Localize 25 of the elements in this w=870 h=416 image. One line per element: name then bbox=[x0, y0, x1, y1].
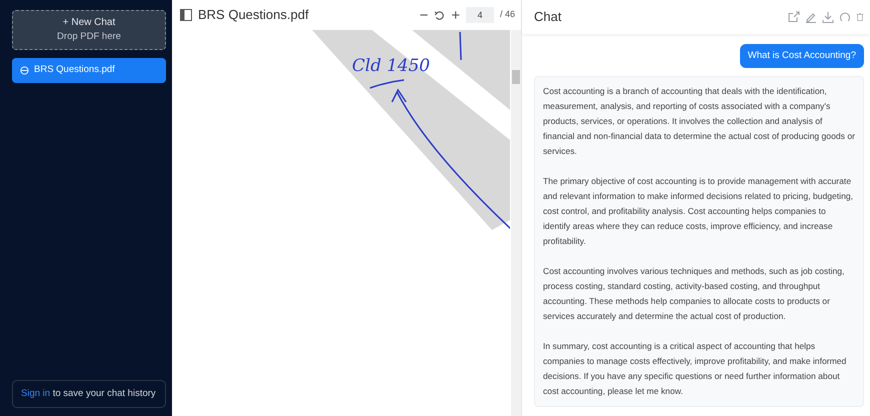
edit-icon[interactable] bbox=[805, 11, 817, 23]
zoom-out-button[interactable]: − bbox=[419, 8, 428, 22]
message-paragraph: The primary objective of cost accounting is to provide management with accurate and relevant information to make informed decisions related to pricing, budgeting, cost control, and profitability analysis. Cost accounting helps companies to identify areas where they can reduce costs, improve efficiency, and increase profitability. bbox=[543, 175, 854, 248]
sidebar-toggle-icon[interactable] bbox=[180, 9, 192, 21]
signin-text: to save your chat history bbox=[52, 388, 156, 399]
document-icon bbox=[20, 66, 29, 75]
refresh-icon[interactable] bbox=[839, 11, 851, 23]
message-paragraph: Cost accounting involves various techniques and methods, such as job costing, process costing, standard costing, activity-based costing, and throughput accounting. These methods help companies to allocate costs to products or services accurately and determine the actual cost of production. bbox=[543, 265, 846, 324]
sign-in-link[interactable]: Sign in bbox=[21, 388, 50, 399]
handwritten-note: Cld 1450 bbox=[352, 55, 430, 78]
chat-title: Chat bbox=[534, 8, 562, 26]
message-paragraph: In summary, cost accounting is a critical aspect of accounting that helps companies to manage costs effectively, improve profitability, and make informed decisions. If you have any specific questions or need further information about cost accounting, please let me know. bbox=[543, 340, 848, 398]
scrollbar[interactable] bbox=[511, 30, 521, 416]
user-message: What is Cost Accounting? bbox=[740, 44, 864, 68]
rotate-icon[interactable] bbox=[434, 10, 446, 20]
page-number-field[interactable]: 4 bbox=[466, 7, 494, 23]
download-icon[interactable] bbox=[822, 11, 834, 23]
delete-icon[interactable] bbox=[856, 11, 864, 23]
document-title: BRS Questions.pdf bbox=[198, 6, 310, 24]
new-chat-button[interactable]: + New Chat Drop PDF here bbox=[12, 10, 166, 50]
zoom-in-button[interactable]: + bbox=[451, 8, 460, 22]
page-count: / 46 bbox=[500, 8, 515, 22]
document-item[interactable]: BRS Questions.pdf bbox=[12, 58, 166, 83]
share-icon[interactable] bbox=[788, 11, 800, 23]
message-paragraph: Cost accounting is a branch of accounting that deals with the identification, measurement, analysis, and reporting of costs associated with a company's products, services, or operations. It involves the collection and analysis of financial and non-financial data to determine the actual cost of producing goods or services. bbox=[543, 85, 855, 158]
